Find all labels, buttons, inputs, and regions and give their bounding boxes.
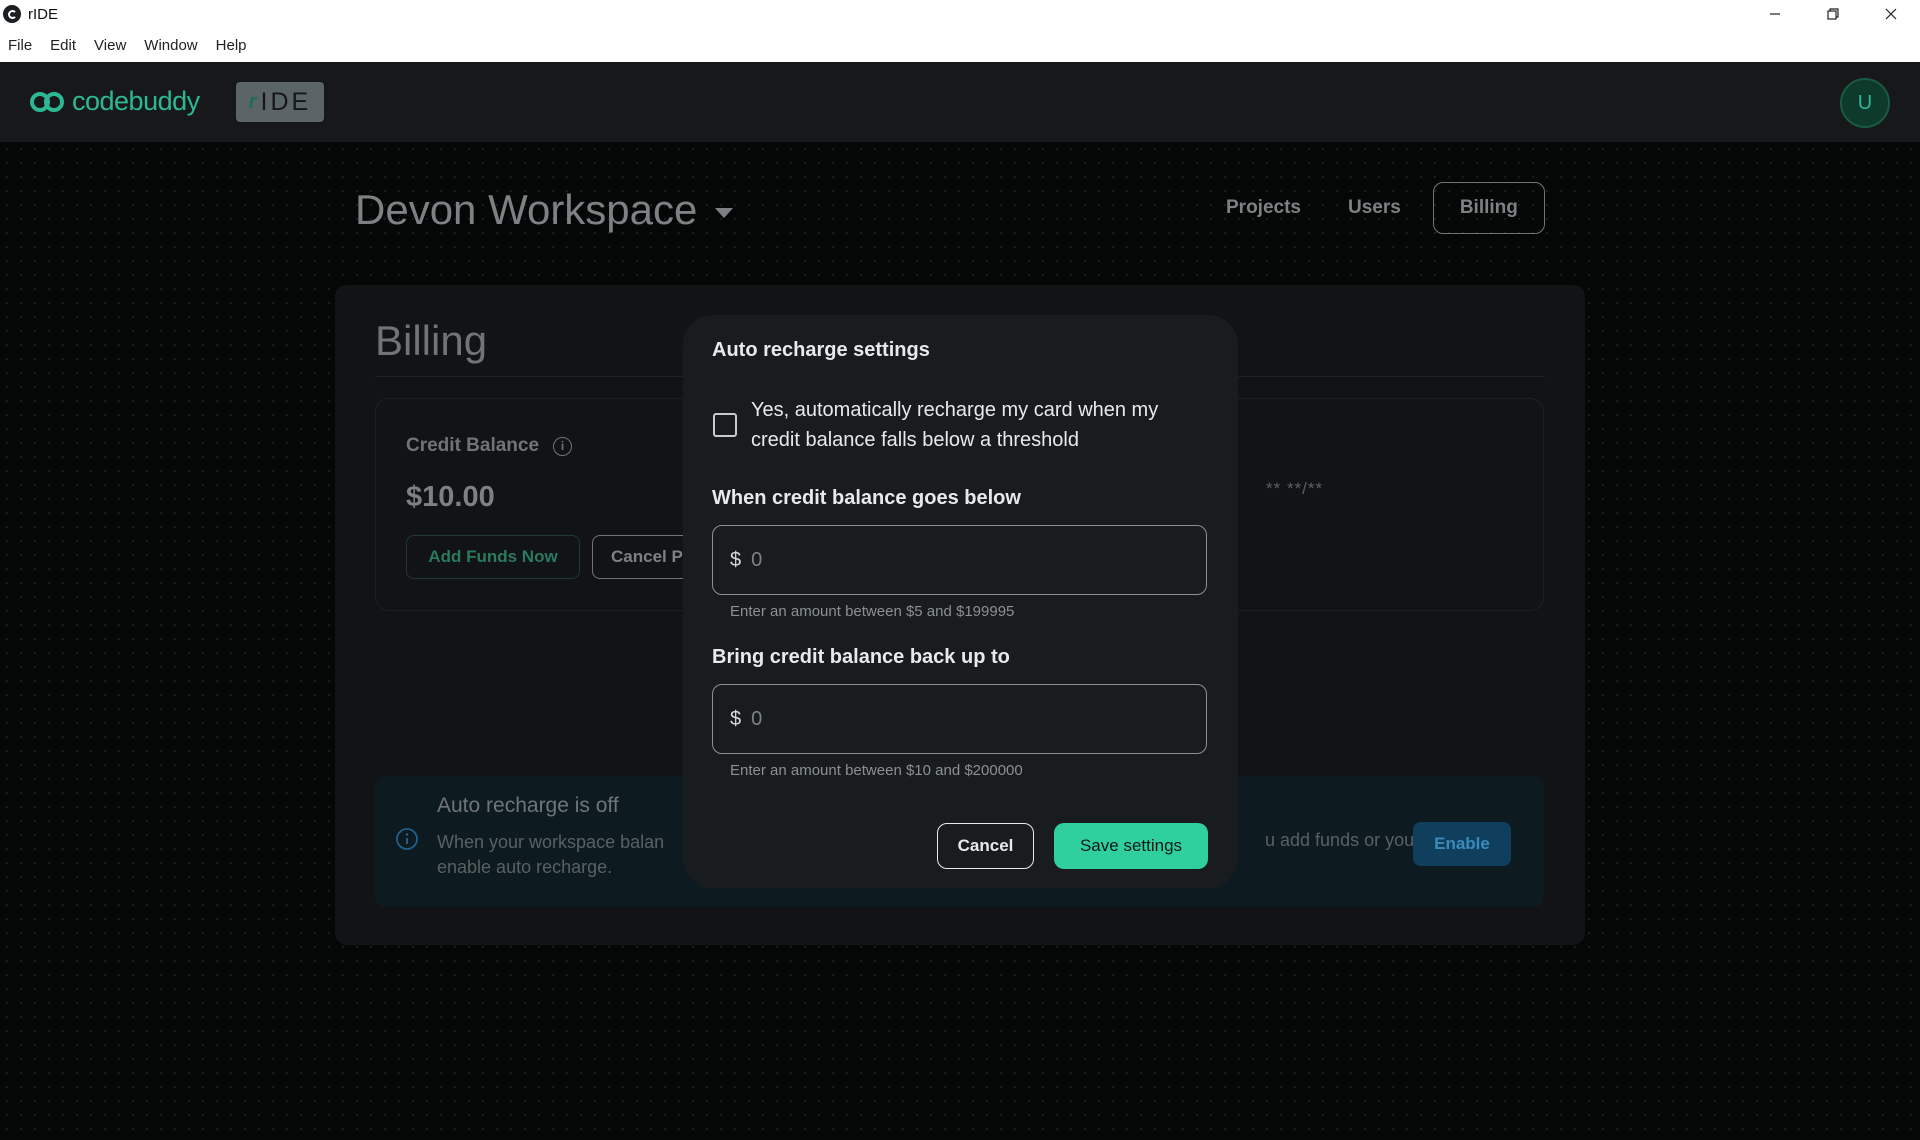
restore-button[interactable]	[1804, 0, 1862, 28]
ide-badge-mark: r	[248, 90, 257, 113]
avatar[interactable]: U	[1840, 78, 1890, 128]
threshold-help-text: Enter an amount between $5 and $199995	[730, 603, 1015, 620]
menu-edit[interactable]: Edit	[50, 37, 76, 54]
codebuddy-logo[interactable]: codebuddy	[30, 86, 200, 117]
threshold-value: 0	[751, 548, 763, 571]
minimize-button[interactable]	[1746, 0, 1804, 28]
ride-app-icon	[3, 5, 21, 23]
threshold-input[interactable]: $ 0	[712, 525, 1207, 595]
target-value: 0	[751, 707, 763, 730]
currency-symbol: $	[730, 707, 742, 730]
restore-icon	[1827, 8, 1839, 20]
minimize-icon	[1770, 13, 1780, 15]
save-settings-button[interactable]: Save settings	[1054, 823, 1208, 869]
menu-window[interactable]: Window	[144, 37, 197, 54]
window-controls	[1746, 0, 1920, 28]
chevron-down-icon	[715, 208, 734, 218]
auto-recharge-desc-right: u add funds or you	[1265, 830, 1415, 850]
workspace-name: Devon Workspace	[355, 186, 698, 233]
info-circle-icon	[396, 828, 418, 850]
ide-badge: r IDE	[236, 82, 324, 122]
modal-title: Auto recharge settings	[712, 339, 930, 361]
nav-users[interactable]: Users	[1348, 197, 1401, 219]
target-input[interactable]: $ 0	[712, 684, 1207, 754]
close-button[interactable]	[1862, 0, 1920, 28]
auto-recharge-checkbox[interactable]	[713, 413, 737, 437]
workspace-nav: Projects Users Billing	[1226, 182, 1545, 234]
auto-recharge-checkbox-label[interactable]: Yes, automatically recharge my card when…	[751, 395, 1211, 455]
credit-balance-text: Credit Balance	[406, 435, 540, 456]
target-help-text: Enter an amount between $10 and $200000	[730, 762, 1023, 779]
card-number-masked: ** **/**	[1266, 479, 1324, 498]
codebuddy-logo-icon	[30, 89, 66, 115]
info-icon[interactable]: i	[553, 436, 573, 456]
credit-balance-amount: $10.00	[406, 481, 495, 513]
menu-view[interactable]: View	[94, 37, 126, 54]
menu-file[interactable]: File	[8, 37, 32, 54]
nav-projects[interactable]: Projects	[1226, 197, 1301, 219]
title-bar: rIDE	[0, 0, 1920, 28]
currency-symbol: $	[730, 548, 742, 571]
auto-recharge-modal: Auto recharge settings Yes, automaticall…	[683, 315, 1238, 888]
window-title: rIDE	[28, 5, 58, 23]
cancel-button[interactable]: Cancel	[937, 823, 1034, 869]
app-header: codebuddy r IDE U	[0, 62, 1920, 142]
credit-balance-label: Credit Balance i	[406, 435, 573, 457]
close-icon	[1885, 8, 1897, 20]
add-funds-button[interactable]: Add Funds Now	[406, 535, 580, 579]
workspace-selector[interactable]: Devon Workspace	[355, 186, 734, 234]
ide-badge-text: IDE	[260, 87, 312, 116]
threshold-label: When credit balance goes below	[712, 487, 1021, 509]
menu-help[interactable]: Help	[216, 37, 247, 54]
auto-recharge-title: Auto recharge is off	[437, 794, 619, 817]
logo-text: codebuddy	[72, 86, 200, 116]
menu-bar: File Edit View Window Help	[0, 28, 1920, 62]
page-title: Billing	[375, 317, 488, 364]
enable-auto-recharge-button[interactable]: Enable	[1413, 822, 1511, 866]
target-label: Bring credit balance back up to	[712, 646, 1010, 668]
nav-billing[interactable]: Billing	[1432, 182, 1545, 234]
